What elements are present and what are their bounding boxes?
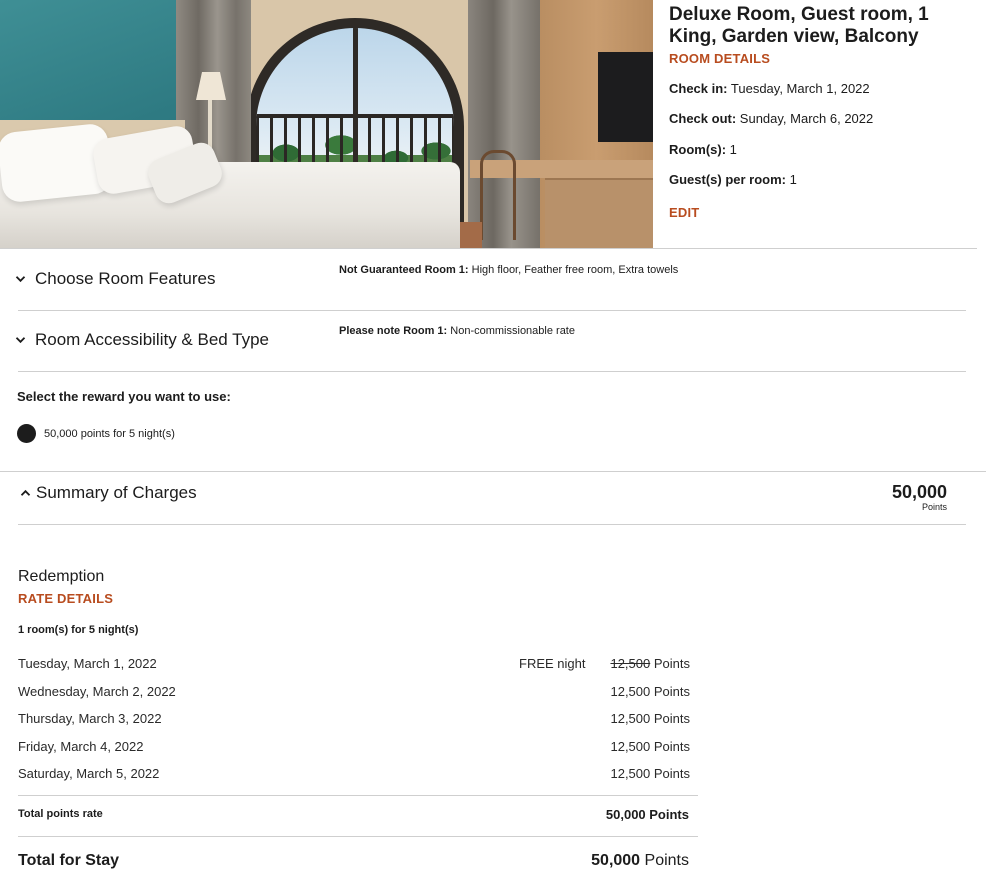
original-points: 12,500 (610, 656, 651, 671)
night-row: Wednesday, March 2, 2022 12,500 Points (18, 684, 690, 704)
choose-room-features-label: Choose Room Features (35, 269, 216, 288)
guests-row: Guest(s) per room: 1 (669, 172, 797, 187)
accessibility-note-label: Please note Room 1: (339, 325, 448, 337)
night-row: Tuesday, March 1, 2022 FREE night 12,500… (18, 656, 690, 676)
chevron-down-icon (15, 275, 29, 283)
summary-of-charges-toggle[interactable]: Summary of Charges (20, 483, 197, 503)
summary-total-unit: Points (921, 502, 947, 512)
night-points: 12,500 Points (610, 711, 690, 726)
check-out-value: Sunday, March 6, 2022 (739, 111, 874, 126)
night-date: Saturday, March 5, 2022 (18, 766, 160, 781)
features-note-label: Not Guaranteed Room 1: (339, 264, 469, 276)
total-points-rate-label: Total points rate (18, 808, 103, 820)
reward-option-radio[interactable]: 50,000 points for 5 night(s) (17, 424, 175, 443)
guests-value: 1 (789, 172, 797, 187)
check-in-value: Tuesday, March 1, 2022 (730, 81, 870, 96)
accessibility-note: Please note Room 1: Non-commissionable r… (339, 325, 575, 337)
reward-option-label: 50,000 points for 5 night(s) (44, 427, 175, 440)
guests-label: Guest(s) per room: (669, 172, 787, 187)
redemption-title: Redemption (18, 568, 105, 585)
divider (18, 371, 966, 372)
room-details-link[interactable]: ROOM DETAILS (669, 51, 770, 66)
total-for-stay-number: 50,000 (591, 852, 641, 869)
night-date: Wednesday, March 2, 2022 (18, 684, 176, 699)
room-info: Deluxe Room, Guest room, 1 King, Garden … (669, 4, 981, 48)
night-points: 12,500 Points (610, 656, 690, 671)
rooms-row: Room(s): 1 (669, 142, 737, 157)
night-points: 12,500 Points (610, 739, 690, 754)
divider (18, 524, 966, 525)
features-note: Not Guaranteed Room 1: High floor, Feath… (339, 264, 678, 276)
total-for-stay-unit: Points (644, 852, 689, 869)
night-points: 12,500 Points (610, 766, 690, 781)
accessibility-note-value: Non-commissionable rate (450, 325, 575, 337)
rooms-label: Room(s): (669, 142, 727, 157)
rooms-value: 1 (729, 142, 737, 157)
night-date: Thursday, March 3, 2022 (18, 711, 162, 726)
total-points-rate-row: Total points rate 50,000 Points (18, 807, 689, 822)
room-accessibility-toggle[interactable]: Room Accessibility & Bed Type (15, 330, 269, 350)
night-date: Tuesday, March 1, 2022 (18, 656, 157, 671)
points-unit: Points (653, 656, 690, 671)
divider (18, 836, 698, 837)
night-row: Friday, March 4, 2022 12,500 Points (18, 739, 690, 759)
summary-total: 50,000 Points (892, 482, 947, 512)
total-for-stay-row: Total for Stay 50,000 Points (18, 852, 689, 870)
summary-total-value: 50,000 (891, 482, 947, 502)
night-row: Saturday, March 5, 2022 12,500 Points (18, 766, 690, 786)
check-out-label: Check out: (669, 111, 737, 126)
room-title: Deluxe Room, Guest room, 1 King, Garden … (669, 4, 929, 47)
radio-selected-icon[interactable] (17, 424, 36, 443)
rate-details-link[interactable]: RATE DETAILS (18, 591, 113, 606)
check-in-label: Check in: (669, 81, 728, 96)
room-accessibility-label: Room Accessibility & Bed Type (35, 330, 270, 349)
divider (18, 310, 966, 311)
chevron-up-icon (20, 489, 34, 497)
divider (0, 471, 986, 472)
edit-link[interactable]: EDIT (669, 205, 699, 220)
features-note-value: High floor, Feather free room, Extra tow… (471, 264, 679, 276)
total-for-stay-value: 50,000 Points (591, 852, 689, 870)
room-photo (0, 0, 653, 248)
night-row: Thursday, March 3, 2022 12,500 Points (18, 711, 690, 731)
check-in-row: Check in: Tuesday, March 1, 2022 (669, 81, 870, 96)
total-points-rate-value: 50,000 Points (605, 807, 689, 822)
check-out-row: Check out: Sunday, March 6, 2022 (669, 111, 873, 126)
free-night-label: FREE night (519, 656, 586, 671)
night-date: Friday, March 4, 2022 (18, 739, 144, 754)
choose-room-features-toggle[interactable]: Choose Room Features (15, 269, 215, 289)
rooms-nights-summary: 1 room(s) for 5 night(s) (18, 624, 139, 636)
summary-of-charges-label: Summary of Charges (36, 483, 197, 502)
total-for-stay-label: Total for Stay (18, 852, 120, 869)
night-points: 12,500 Points (610, 684, 690, 699)
reward-title: Select the reward you want to use: (17, 389, 231, 404)
chevron-down-icon (15, 336, 29, 344)
divider (0, 248, 977, 249)
divider (18, 795, 698, 796)
